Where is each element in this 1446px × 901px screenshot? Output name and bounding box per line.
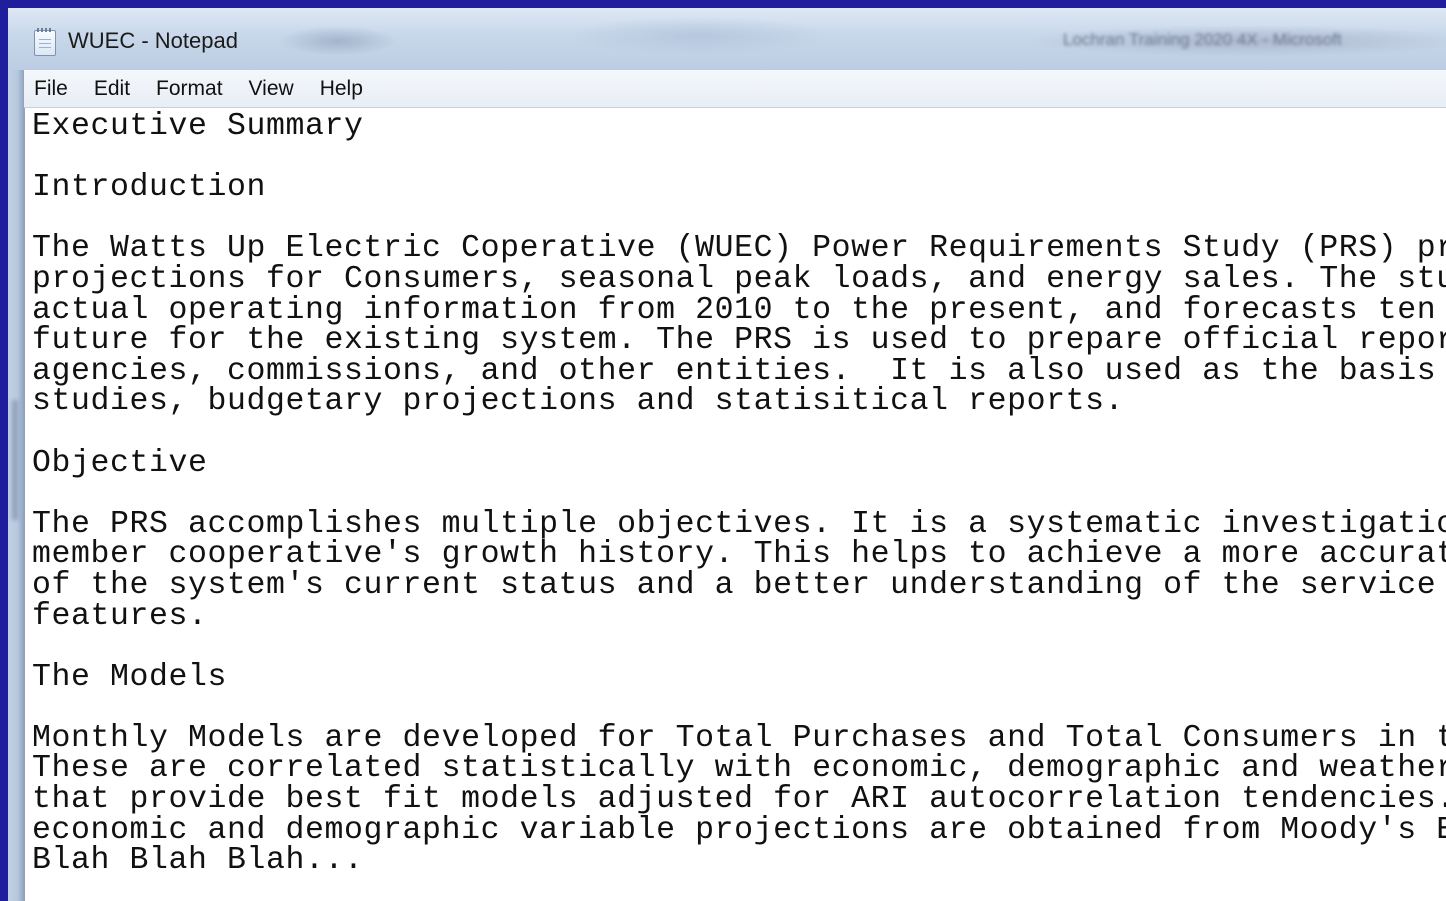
window-title: WUEC - Notepad bbox=[68, 28, 238, 53]
text-line: of the system's current status and a bet… bbox=[32, 567, 1446, 603]
text-line: that provide best fit models adjusted fo… bbox=[32, 782, 1446, 818]
text-line: actual operating information from 2010 t… bbox=[32, 292, 1446, 328]
text-editor-area[interactable]: Executive Summary Introduction The Watts U… bbox=[24, 108, 1446, 901]
text-line: future for the existing system. The PRS … bbox=[32, 323, 1446, 359]
text-line: member cooperative's growth history. Thi… bbox=[32, 537, 1446, 573]
notepad-window: WUEC - Notepad Lochran Training 2020 4X … bbox=[8, 8, 1446, 901]
text-line: Objective bbox=[32, 445, 208, 481]
text-line: studies, budgetary projections and stati… bbox=[32, 384, 1125, 420]
text-line: Monthly Models are developed for Total P… bbox=[32, 720, 1446, 756]
text-line: The PRS accomplishes multiple objectives… bbox=[32, 506, 1446, 542]
menu-help[interactable]: Help bbox=[320, 77, 363, 101]
text-line: economic and demographic variable projec… bbox=[32, 812, 1446, 848]
background-window-title: Lochran Training 2020 4X - Microsoft bbox=[1063, 30, 1342, 49]
titlebar-glass-reflection bbox=[278, 26, 398, 56]
title-bar[interactable]: WUEC - Notepad Lochran Training 2020 4X … bbox=[8, 8, 1446, 70]
menu-file[interactable]: File bbox=[34, 77, 68, 101]
text-line: projections for Consumers, seasonal peak… bbox=[32, 261, 1446, 297]
text-line: Executive Summary bbox=[32, 109, 364, 144]
text-line: Introduction bbox=[32, 170, 267, 206]
menu-edit[interactable]: Edit bbox=[94, 77, 130, 101]
text-line: These are correlated statistically with … bbox=[32, 751, 1446, 787]
titlebar-glass-reflection bbox=[568, 16, 828, 56]
text-line: The Watts Up Electric Coperative (WUEC) … bbox=[32, 231, 1446, 267]
menu-format[interactable]: Format bbox=[156, 77, 223, 101]
screenshot-stage: WUEC - Notepad Lochran Training 2020 4X … bbox=[0, 0, 1446, 901]
text-line: Blah Blah Blah... bbox=[32, 843, 364, 879]
text-line: agencies, commissions, and other entitie… bbox=[32, 353, 1446, 389]
notepad-icon[interactable] bbox=[34, 28, 56, 56]
document-text[interactable]: Executive Summary Introduction The Watts U… bbox=[32, 109, 1446, 879]
menu-bar: File Edit Format View Help bbox=[24, 70, 1446, 108]
window-frame-left bbox=[8, 70, 24, 901]
menu-view[interactable]: View bbox=[249, 77, 294, 101]
text-line: features. bbox=[32, 598, 208, 634]
frame-shadow bbox=[12, 400, 18, 520]
text-line: The Models bbox=[32, 659, 228, 695]
